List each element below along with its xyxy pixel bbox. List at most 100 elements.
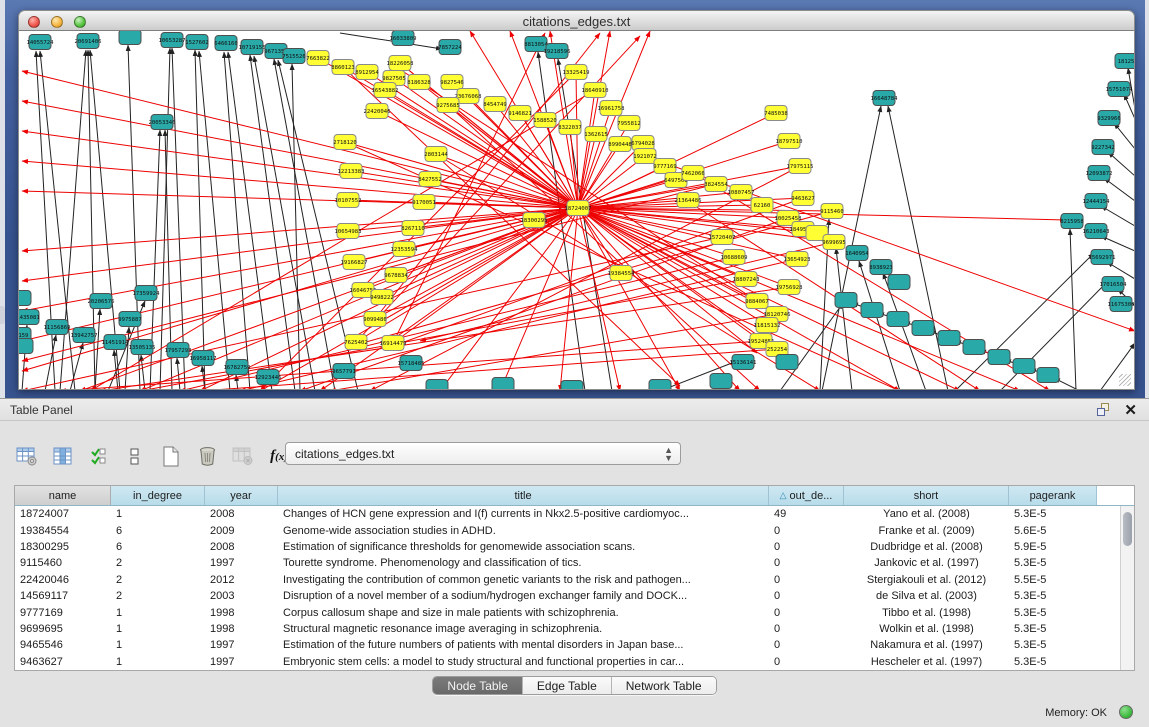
graph-node-yellow[interactable]: 19166827 bbox=[341, 255, 368, 270]
graph-node-teal[interactable]: 6466160 bbox=[214, 36, 238, 51]
graph-node-yellow[interactable]: 18797510 bbox=[776, 134, 803, 149]
graph-node-teal[interactable]: 18125 bbox=[1115, 54, 1135, 69]
graph-node-yellow[interactable]: 9170051 bbox=[412, 195, 436, 210]
table-row[interactable]: 1830029562008Estimation of significance … bbox=[15, 539, 1120, 555]
delete-table-button[interactable] bbox=[230, 443, 256, 469]
graph-node-teal[interactable]: 16958117 bbox=[190, 351, 217, 366]
graph-node-yellow[interactable]: 10107552 bbox=[335, 193, 362, 208]
graph-node-teal[interactable] bbox=[710, 374, 732, 389]
graph-node-yellow[interactable]: 7625402 bbox=[344, 335, 368, 350]
column-header-outde[interactable]: △out_de... bbox=[769, 486, 844, 505]
graph-node-yellow[interactable]: 15720407 bbox=[709, 230, 736, 245]
graph-node-teal[interactable] bbox=[119, 31, 141, 45]
scrollbar-thumb[interactable] bbox=[1123, 512, 1132, 546]
graph-node-teal[interactable]: 1527602 bbox=[185, 35, 209, 50]
graph-node-yellow[interactable]: 10688609 bbox=[721, 250, 748, 265]
graph-node-teal[interactable]: 16210643 bbox=[1083, 224, 1110, 239]
graph-node-teal[interactable]: 16033809 bbox=[390, 31, 417, 46]
graph-node-teal[interactable]: 11675300 bbox=[1108, 297, 1135, 312]
graph-node-yellow[interactable]: 8267110 bbox=[401, 221, 425, 236]
graph-node-yellow[interactable]: 2718120 bbox=[333, 135, 357, 150]
graph-node-yellow[interactable]: 8990448 bbox=[608, 137, 632, 152]
float-panel-icon[interactable] bbox=[1097, 403, 1111, 417]
graph-node-teal[interactable]: 8215958 bbox=[1060, 214, 1084, 229]
graph-node-yellow[interactable]: 1921072 bbox=[633, 149, 657, 164]
graph-node-teal[interactable]: 1435081 bbox=[18, 310, 40, 325]
table-row[interactable]: 1872400712008Changes of HCN gene express… bbox=[15, 506, 1120, 522]
graph-node-yellow[interactable]: 62160 bbox=[751, 198, 773, 213]
table-row[interactable]: 1456911722003Disruption of a novel membe… bbox=[15, 588, 1120, 604]
graph-node-teal[interactable] bbox=[426, 380, 448, 391]
graph-node-teal[interactable]: 15718485 bbox=[398, 356, 425, 371]
graph-node-teal[interactable]: 15692971 bbox=[1089, 250, 1116, 265]
graph-node-teal[interactable]: 10719155 bbox=[239, 40, 266, 55]
graph-node-teal[interactable]: 12923446 bbox=[255, 370, 282, 385]
table-row[interactable]: 977716911998Corpus callosum shape and si… bbox=[15, 604, 1120, 620]
graph-node-yellow[interactable]: 9099486 bbox=[363, 312, 387, 327]
graph-node-teal[interactable] bbox=[988, 350, 1010, 365]
graph-node-teal[interactable]: 11451914 bbox=[102, 335, 130, 350]
graph-node-yellow[interactable]: 19384554 bbox=[608, 266, 636, 281]
graph-node-teal[interactable] bbox=[963, 340, 985, 355]
graph-node-teal[interactable]: 15136141 bbox=[730, 355, 757, 370]
graph-node-teal[interactable]: 11156869 bbox=[44, 320, 71, 335]
show-columns-button[interactable] bbox=[50, 443, 76, 469]
graph-node-yellow[interactable]: 17975115 bbox=[787, 159, 814, 174]
graph-node-teal[interactable]: 1640954 bbox=[845, 246, 869, 261]
graph-node-yellow[interactable]: 9699695 bbox=[822, 235, 846, 250]
graph-node-teal[interactable] bbox=[887, 312, 909, 327]
graph-node-teal[interactable]: 20206576 bbox=[88, 294, 115, 309]
graph-node-yellow[interactable]: 1362615 bbox=[584, 127, 608, 142]
graph-node-teal[interactable]: 9975887 bbox=[118, 312, 142, 327]
graph-node-teal[interactable]: 17016504 bbox=[1100, 277, 1128, 292]
memory-ok-indicator[interactable] bbox=[1119, 705, 1133, 719]
graph-node-yellow[interactable]: 12353594 bbox=[391, 242, 419, 257]
tab-edge-table[interactable]: Edge Table bbox=[523, 677, 612, 694]
graph-node-teal[interactable]: 9657791 bbox=[332, 364, 356, 379]
graph-node-teal[interactable]: 7515526 bbox=[282, 49, 306, 64]
graph-node-teal[interactable]: 13505135 bbox=[129, 340, 156, 355]
graph-node-teal[interactable]: 20691406 bbox=[75, 34, 102, 49]
graph-node-yellow[interactable]: 8427552 bbox=[418, 172, 442, 187]
table-select-dropdown[interactable]: citations_edges.txt ▲▼ bbox=[285, 442, 681, 465]
graph-node-teal[interactable]: 7857224 bbox=[438, 40, 462, 55]
graph-node-teal[interactable]: 13942757 bbox=[71, 328, 98, 343]
graph-node-teal[interactable] bbox=[18, 339, 33, 354]
graph-node-teal[interactable] bbox=[492, 378, 514, 391]
graph-node-teal[interactable] bbox=[938, 331, 960, 346]
row-height-button[interactable] bbox=[122, 443, 148, 469]
graph-node-yellow[interactable]: 9115460 bbox=[820, 204, 844, 219]
graph-node-yellow[interactable]: 7955812 bbox=[617, 116, 641, 131]
graph-node-teal[interactable] bbox=[888, 275, 910, 290]
graph-node-yellow[interactable]: 16914479 bbox=[380, 336, 407, 351]
column-header-indegree[interactable]: in_degree bbox=[111, 486, 205, 505]
graph-node-yellow[interactable]: 22420046 bbox=[364, 104, 391, 119]
graph-node-teal[interactable]: 15751074 bbox=[1106, 82, 1134, 97]
table-row[interactable]: 946362711997Embryonic stem cells: a mode… bbox=[15, 654, 1120, 670]
column-header-name[interactable]: name bbox=[15, 486, 111, 505]
column-header-title[interactable]: title bbox=[278, 486, 769, 505]
graph-node-teal[interactable]: 12444154 bbox=[1083, 194, 1111, 209]
graph-node-yellow[interactable]: 8860123 bbox=[331, 60, 355, 75]
graph-node-teal[interactable] bbox=[835, 293, 857, 308]
table-row[interactable]: 946554611997Estimation of the future num… bbox=[15, 637, 1120, 653]
graph-node-teal[interactable]: 20053346 bbox=[149, 115, 176, 130]
table-mode-button[interactable] bbox=[14, 443, 40, 469]
column-header-short[interactable]: short bbox=[844, 486, 1009, 505]
graph-node-teal[interactable]: 17957293 bbox=[165, 343, 192, 358]
graph-node-teal[interactable] bbox=[561, 381, 583, 391]
graph-node-teal[interactable]: 8938923 bbox=[869, 260, 893, 275]
delete-column-button[interactable] bbox=[194, 443, 220, 469]
graph-node-yellow[interactable]: 8322037 bbox=[558, 120, 582, 135]
graph-node-teal[interactable] bbox=[1037, 368, 1059, 383]
graph-node-yellow[interactable]: 7462066 bbox=[681, 166, 705, 181]
graph-node-teal[interactable] bbox=[18, 291, 31, 306]
column-header-pagerank[interactable]: pagerank bbox=[1009, 486, 1097, 505]
network-canvas[interactable]: 7663822886012389129541822605898275058186… bbox=[18, 31, 1135, 390]
graph-node-teal[interactable]: 10653287 bbox=[159, 33, 186, 48]
graph-node-yellow[interactable]: 18807243 bbox=[733, 272, 760, 287]
graph-node-teal[interactable] bbox=[912, 321, 934, 336]
graph-node-yellow[interactable]: 7485038 bbox=[764, 106, 788, 121]
graph-node-yellow[interactable]: 9146821 bbox=[508, 106, 532, 121]
graph-node-yellow[interactable]: 9827546 bbox=[440, 75, 464, 90]
